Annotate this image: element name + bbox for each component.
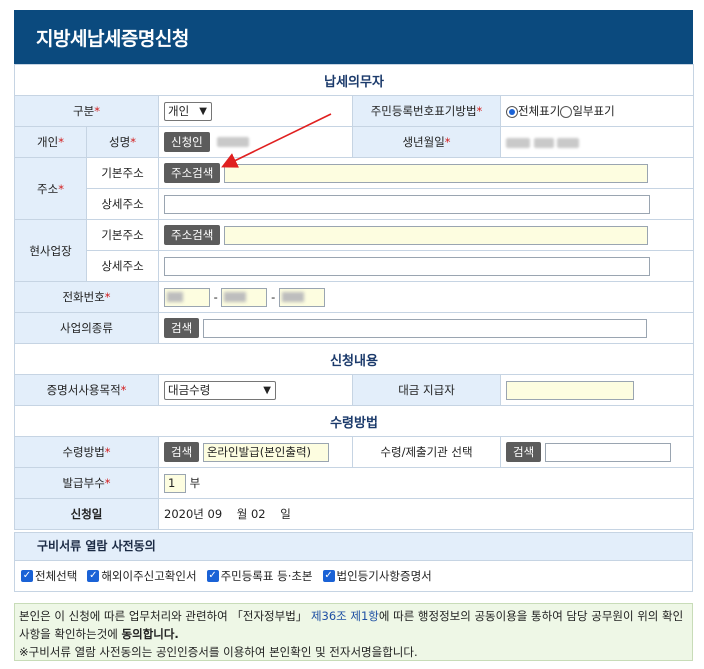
section-taxpayer: 납세의무자 [13, 64, 695, 96]
phone-separator: - [271, 289, 276, 304]
consent-corporate-registry[interactable]: ✓ 법인등기사항증명서 [322, 568, 432, 584]
date-label: 신청일 [14, 498, 159, 530]
agency-label: 수령/제출기관 선택 [352, 436, 501, 468]
consent-notice: 본인은 이 신청에 따른 업무처리와 관련하여 「전자정부법」 제36조 제1항… [14, 603, 693, 661]
business-detail-input[interactable] [164, 256, 650, 276]
rrn-method-label: 주민등록번호표기방법* [352, 95, 501, 127]
chevron-down-icon: ▼ [199, 105, 207, 117]
name-label: 성명* [86, 126, 159, 158]
person-label: 개인* [14, 126, 87, 158]
copies-unit: 부 [189, 475, 201, 490]
phone-label: 전화번호* [14, 281, 159, 313]
phone-cell: - - [157, 281, 695, 313]
checkbox-checked-icon[interactable]: ✓ [322, 570, 335, 582]
form-table: 납세의무자 구분* 개인 ▼ 주민등록번호표기방법* 전체표기 일부표기 개인* 성… [13, 64, 695, 530]
address-label: 주소* [14, 157, 87, 220]
phone-part1-input[interactable] [164, 287, 210, 307]
detail-address-input[interactable] [164, 194, 650, 214]
business-basic-label: 기본주소 [86, 219, 159, 251]
section-receipt: 수령방법 [13, 405, 695, 437]
rrn-method-cell: 전체표기 일부표기 [499, 95, 695, 127]
checkbox-checked-icon[interactable]: ✓ [21, 570, 33, 582]
page-title: 지방세납세증명신청 [14, 10, 693, 64]
receipt-method-search-button[interactable]: 검색 [164, 442, 200, 462]
rrn-full-radio[interactable] [506, 105, 518, 118]
business-detail-label: 상세주소 [86, 250, 159, 282]
payer-label: 대금 지급자 [352, 374, 501, 406]
consent-select-all[interactable]: ✓ 전체선택 [21, 568, 77, 584]
consent-items: ✓ 전체선택 ✓ 해외이주신고확인서 ✓ 주민등록표 등·초본 ✓ 법인등기사항증명서 [14, 561, 693, 592]
applicant-button[interactable]: 신청인 [164, 132, 210, 152]
rrn-partial-label: 일부표기 [572, 104, 615, 118]
birth-cell [499, 126, 695, 158]
receipt-method-cell: 검색 온라인발급(본인출력) [158, 436, 353, 468]
rrn-partial-radio[interactable] [560, 105, 573, 118]
category-label: 구분* [14, 95, 159, 127]
phone-part2-input[interactable] [221, 287, 268, 307]
consent-resident-register[interactable]: ✓ 주민등록표 등·초본 [206, 568, 313, 584]
business-type-input[interactable] [202, 318, 647, 338]
checkbox-checked-icon[interactable]: ✓ [87, 570, 100, 582]
basic-address-cell: 주소검색 [157, 157, 695, 189]
redacted-birth-day [557, 137, 580, 148]
copies-input[interactable]: 1 [164, 473, 186, 493]
law-article-link[interactable]: 제36조 제1항 [311, 609, 379, 623]
receipt-method-label: 수령방법* [14, 436, 159, 468]
business-label: 현사업장 [14, 219, 87, 282]
agency-cell: 검색 [499, 436, 695, 468]
detail-address-label: 상세주소 [86, 188, 159, 220]
copies-cell: 1 부 [157, 467, 695, 499]
redacted-birth-year [506, 137, 530, 148]
basic-address-label: 기본주소 [86, 157, 159, 189]
date-value: 2020년 09 월 02 일 [157, 498, 695, 530]
name-cell: 신청인 [158, 126, 353, 158]
phone-separator: - [213, 289, 218, 304]
business-basic-input[interactable] [223, 225, 648, 245]
purpose-select[interactable]: 대금수령 ▼ [164, 380, 276, 400]
address-search-button[interactable]: 주소검색 [164, 163, 221, 183]
checkbox-checked-icon[interactable]: ✓ [206, 570, 219, 582]
consent-emigration[interactable]: ✓ 해외이주신고확인서 [87, 568, 197, 584]
agency-input[interactable] [544, 442, 671, 462]
business-basic-cell: 주소검색 [157, 219, 695, 251]
business-type-cell: 검색 [157, 312, 695, 344]
purpose-label: 증명서사용목적* [14, 374, 159, 406]
consent-title: 구비서류 열람 사전동의 [14, 532, 693, 561]
phone-part3-input[interactable] [278, 287, 325, 307]
chevron-down-icon: ▼ [263, 384, 271, 396]
copies-label: 발급부수* [14, 467, 159, 499]
redacted-birth-month [533, 137, 554, 148]
birth-label: 생년월일* [352, 126, 501, 158]
section-request: 신청내용 [13, 343, 695, 375]
category-select[interactable]: 개인 ▼ [164, 101, 212, 121]
agency-search-button[interactable]: 검색 [506, 442, 542, 462]
business-address-search-button[interactable]: 주소검색 [164, 225, 221, 245]
category-cell: 개인 ▼ [158, 95, 353, 127]
application-form: 지방세납세증명신청 납세의무자 구분* 개인 ▼ 주민등록번호표기방법* 전체표기… [13, 10, 695, 530]
business-type-search-button[interactable]: 검색 [164, 318, 200, 338]
purpose-cell: 대금수령 ▼ [158, 374, 353, 406]
payer-cell [499, 374, 695, 406]
rrn-full-label: 전체표기 [518, 104, 561, 118]
payer-input[interactable] [506, 380, 634, 400]
basic-address-input[interactable] [223, 163, 648, 183]
business-type-label: 사업의종류 [14, 312, 159, 344]
redacted-name [217, 137, 250, 147]
detail-address-cell [157, 188, 695, 220]
business-detail-cell [157, 250, 695, 282]
receipt-method-input[interactable]: 온라인발급(본인출력) [202, 442, 329, 462]
